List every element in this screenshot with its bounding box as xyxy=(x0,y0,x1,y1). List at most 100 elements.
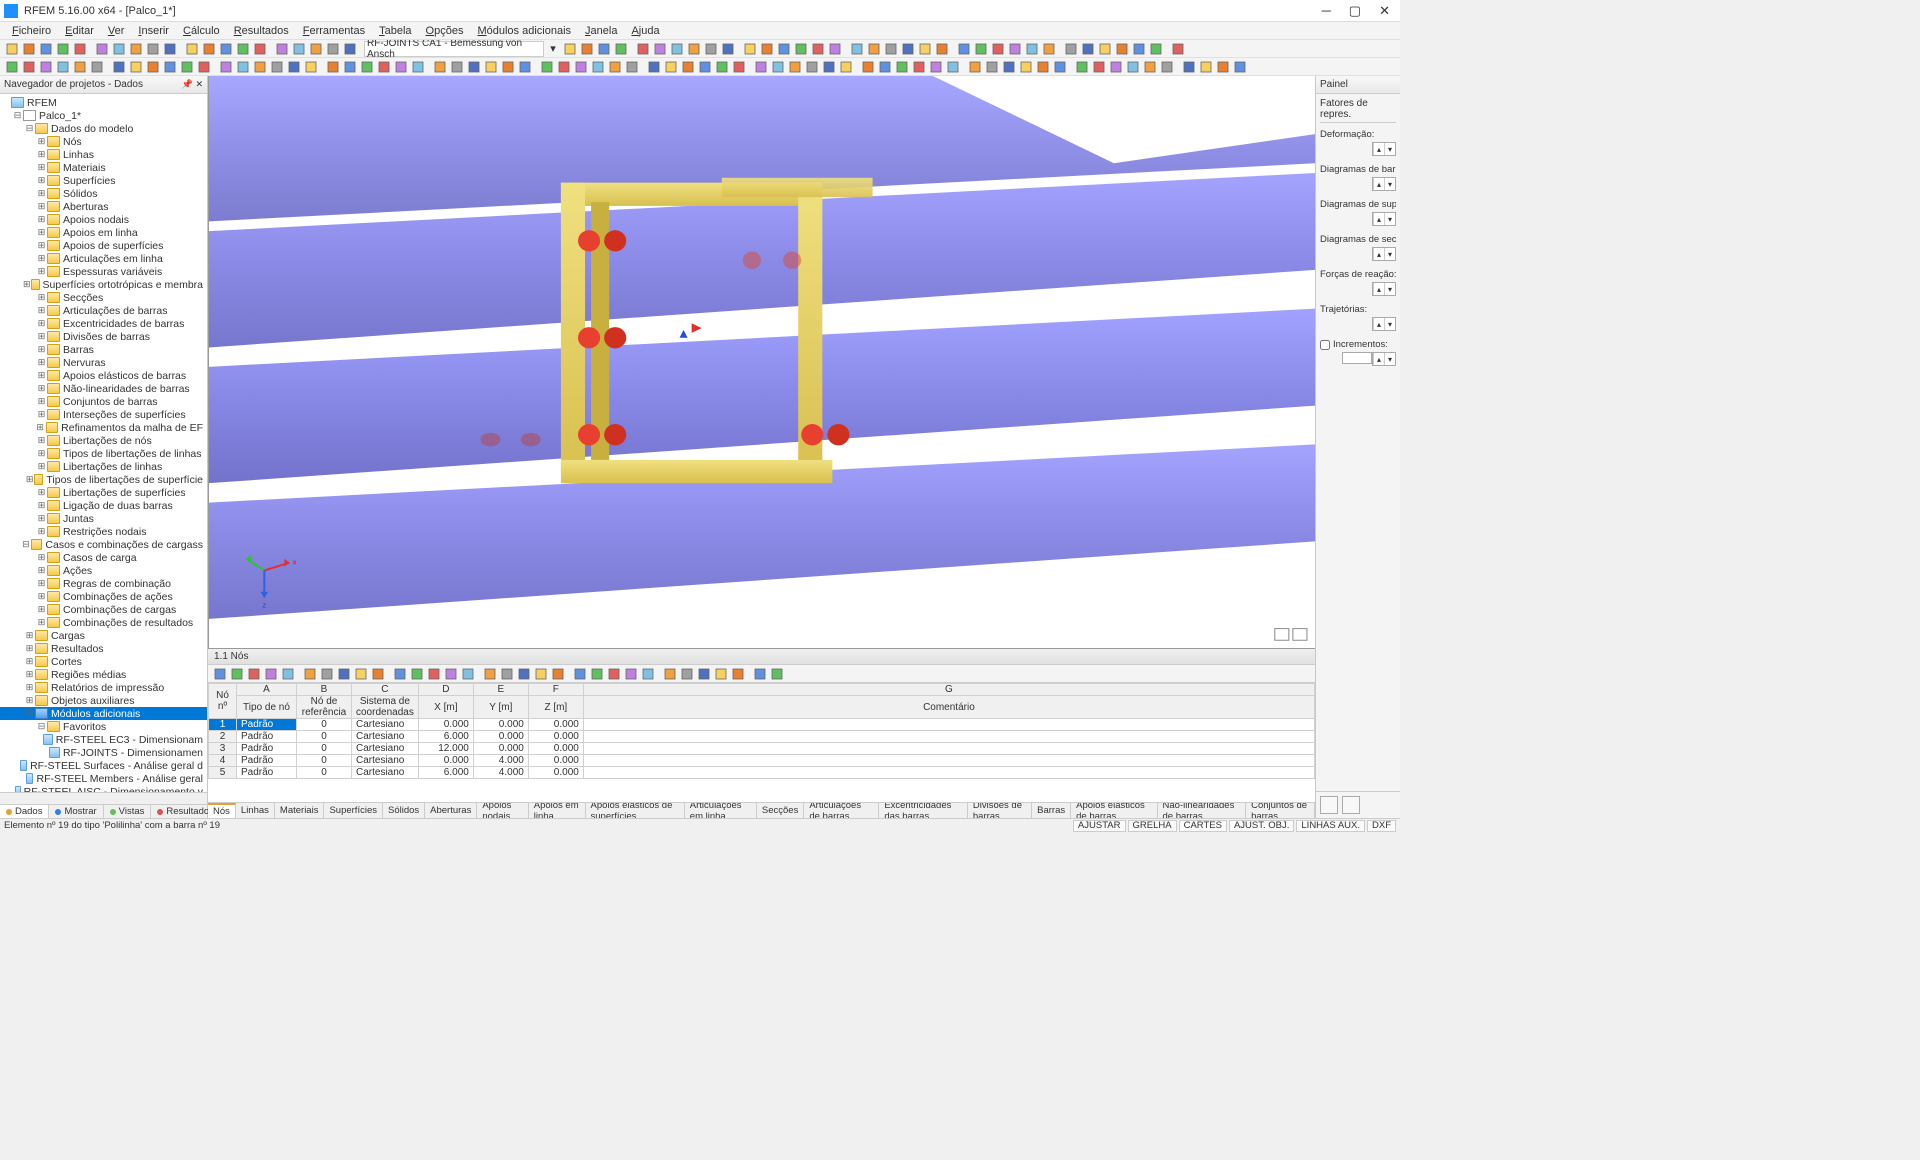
tool-20[interactable] xyxy=(562,41,578,57)
tool2-5[interactable] xyxy=(89,59,105,75)
tbl-tool-1[interactable] xyxy=(229,666,245,682)
tree-dados-do-modelo[interactable]: ⊟Dados do modelo xyxy=(0,122,207,135)
navigator-tree[interactable]: RFEM⊟Palco_1*⊟Dados do modelo⊞Nós⊞Linhas… xyxy=(0,94,207,792)
tool-33[interactable] xyxy=(793,41,809,57)
table-tab-conjuntos-de-barras[interactable]: Conjuntos de barras xyxy=(1246,803,1315,818)
tool-28[interactable] xyxy=(703,41,719,57)
tbl-tool-8[interactable] xyxy=(353,666,369,682)
tree-combina-es-de-resultados[interactable]: ⊞Combinações de resultados xyxy=(0,616,207,629)
tree-apoios-de-superf-cies[interactable]: ⊞Apoios de superfícies xyxy=(0,239,207,252)
tree-expand-icon[interactable]: ⊞ xyxy=(36,617,47,628)
tree-expand-icon[interactable]: ⊞ xyxy=(36,201,47,212)
tool-21[interactable] xyxy=(579,41,595,57)
tree-expand-icon[interactable]: ⊞ xyxy=(26,474,34,485)
tbl-tool-24[interactable] xyxy=(640,666,656,682)
tool2-67[interactable] xyxy=(1198,59,1214,75)
tool2-22[interactable] xyxy=(393,59,409,75)
tool-18[interactable] xyxy=(325,41,341,57)
tree-expand-icon[interactable]: ⊞ xyxy=(36,604,47,615)
tool2-20[interactable] xyxy=(359,59,375,75)
tool-54[interactable] xyxy=(1170,41,1186,57)
table-tab-aberturas[interactable]: Aberturas xyxy=(425,803,477,818)
status-grelha[interactable]: GRELHA xyxy=(1128,820,1177,832)
table-tab-articulações-de-barras[interactable]: Articulações de barras xyxy=(804,803,879,818)
tbl-tool-16[interactable] xyxy=(499,666,515,682)
tree-m-dulos-adicionais[interactable]: ⊟Módulos adicionais xyxy=(0,707,207,720)
tool2-11[interactable] xyxy=(196,59,212,75)
tree-expand-icon[interactable]: ⊞ xyxy=(35,422,46,433)
tree-tipos-de-liberta-es-de-linhas[interactable]: ⊞Tipos de libertações de linhas xyxy=(0,447,207,460)
menu-módulos-adicionais[interactable]: Módulos adicionais xyxy=(471,24,577,38)
tool2-21[interactable] xyxy=(376,59,392,75)
tree-excentricidades-de-barras[interactable]: ⊞Excentricidades de barras xyxy=(0,317,207,330)
tree-expand-icon[interactable]: ⊟ xyxy=(36,721,47,732)
tbl-tool-20[interactable] xyxy=(572,666,588,682)
tool2-9[interactable] xyxy=(162,59,178,75)
tool-46[interactable] xyxy=(1024,41,1040,57)
tbl-tool-12[interactable] xyxy=(426,666,442,682)
status-linhas-aux-[interactable]: LINHAS AUX. xyxy=(1296,820,1365,832)
menu-inserir[interactable]: Inserir xyxy=(132,24,175,38)
tree-expand-icon[interactable]: ⊞ xyxy=(36,370,47,381)
tree-expand-icon[interactable]: ⊞ xyxy=(36,266,47,277)
tbl-tool-2[interactable] xyxy=(246,666,262,682)
tool2-28[interactable] xyxy=(500,59,516,75)
tool2-69[interactable] xyxy=(1232,59,1248,75)
menu-ficheiro[interactable]: Ficheiro xyxy=(6,24,57,38)
tool2-18[interactable] xyxy=(325,59,341,75)
tool-48[interactable] xyxy=(1063,41,1079,57)
tree-expand-icon[interactable]: ⊞ xyxy=(36,162,47,173)
tool-6[interactable] xyxy=(111,41,127,57)
tool-5[interactable] xyxy=(94,41,110,57)
tbl-tool-10[interactable] xyxy=(392,666,408,682)
table-tab-articulações-em-linha[interactable]: Articulações em linha xyxy=(685,803,757,818)
tool2-50[interactable] xyxy=(894,59,910,75)
tree-expand-icon[interactable]: ⊞ xyxy=(36,214,47,225)
tree-conjuntos-de-barras[interactable]: ⊞Conjuntos de barras xyxy=(0,395,207,408)
tree-expand-icon[interactable]: ⊞ xyxy=(36,292,47,303)
table-tab-apoios-elásticos-de-superfícies[interactable]: Apoios elásticos de superfícies xyxy=(586,803,685,818)
tool2-30[interactable] xyxy=(539,59,555,75)
tool-17[interactable] xyxy=(308,41,324,57)
menu-editar[interactable]: Editar xyxy=(59,24,100,38)
menu-opções[interactable]: Opções xyxy=(420,24,470,38)
tool2-61[interactable] xyxy=(1091,59,1107,75)
tool-27[interactable] xyxy=(686,41,702,57)
tool2-19[interactable] xyxy=(342,59,358,75)
tbl-tool-13[interactable] xyxy=(443,666,459,682)
menu-resultados[interactable]: Resultados xyxy=(228,24,295,38)
tool2-55[interactable] xyxy=(984,59,1000,75)
tbl-tool-19[interactable] xyxy=(550,666,566,682)
tool2-23[interactable] xyxy=(410,59,426,75)
tree-expand-icon[interactable]: ⊞ xyxy=(24,682,35,693)
tool-0[interactable] xyxy=(4,41,20,57)
tree-rf-steel-ec3-dimensionam[interactable]: RF-STEEL EC3 - Dimensionam xyxy=(0,733,207,746)
tbl-tool-14[interactable] xyxy=(460,666,476,682)
tbl-tool-25[interactable] xyxy=(662,666,678,682)
tree-expand-icon[interactable]: ⊞ xyxy=(36,578,47,589)
tree-s-lidos[interactable]: ⊞Sólidos xyxy=(0,187,207,200)
tree-expand-icon[interactable]: ⊞ xyxy=(24,643,35,654)
tool-47[interactable] xyxy=(1041,41,1057,57)
tool2-57[interactable] xyxy=(1018,59,1034,75)
tool2-49[interactable] xyxy=(877,59,893,75)
tree-expand-icon[interactable]: ⊞ xyxy=(36,149,47,160)
tree-expand-icon[interactable]: ⊞ xyxy=(36,318,47,329)
tree-expand-icon[interactable]: ⊞ xyxy=(36,227,47,238)
tool2-29[interactable] xyxy=(517,59,533,75)
menu-ver[interactable]: Ver xyxy=(102,24,131,38)
tree-liga-o-de-duas-barras[interactable]: ⊞Ligação de duas barras xyxy=(0,499,207,512)
tbl-tool-23[interactable] xyxy=(623,666,639,682)
tree-n-o-linearidades-de-barras[interactable]: ⊞Não-linearidades de barras xyxy=(0,382,207,395)
tool-12[interactable] xyxy=(218,41,234,57)
tree-expand-icon[interactable]: ⊟ xyxy=(21,539,31,550)
increments-input[interactable] xyxy=(1342,352,1372,364)
tool-25[interactable] xyxy=(652,41,668,57)
tool-26[interactable] xyxy=(669,41,685,57)
tree-combina-es-de-a-es[interactable]: ⊞Combinações de ações xyxy=(0,590,207,603)
tree-sec-es[interactable]: ⊞Secções xyxy=(0,291,207,304)
tree-apoios-nodais[interactable]: ⊞Apoios nodais xyxy=(0,213,207,226)
table-tab-secções[interactable]: Secções xyxy=(757,803,804,818)
tree-expand-icon[interactable]: ⊞ xyxy=(36,461,47,472)
tool2-60[interactable] xyxy=(1074,59,1090,75)
